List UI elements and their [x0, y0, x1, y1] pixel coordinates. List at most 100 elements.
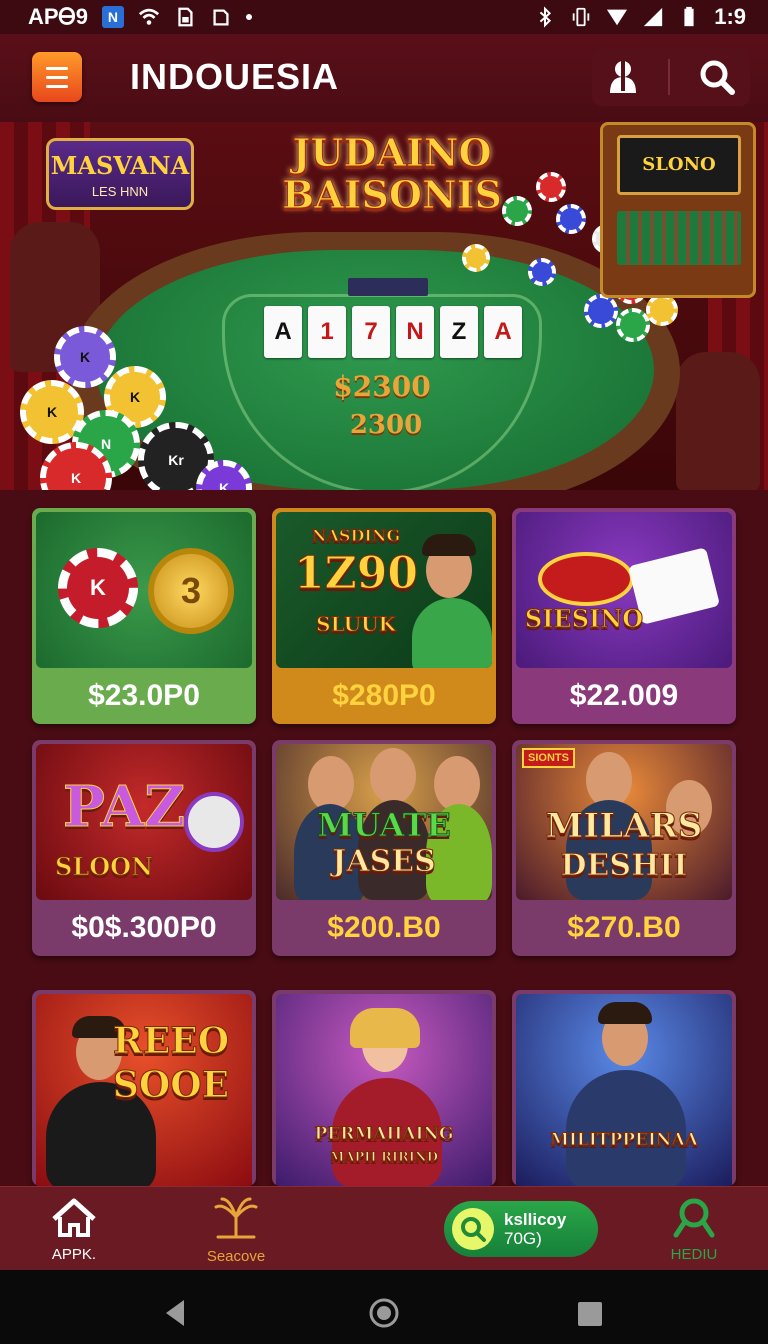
person-hair	[598, 1002, 652, 1024]
logo-name: MASVANA	[50, 151, 190, 180]
sim-icon	[178, 7, 193, 27]
hero-banner[interactable]: A 1 7 N Z A $2300 2300 K K K N K Kr K SL…	[0, 122, 768, 490]
game-tile[interactable]: PERMAIIAING MAPH RIRIND	[272, 990, 496, 1186]
game-thumbnail: MILITPPEINAA	[516, 994, 732, 1186]
game-badge: SIONTS	[522, 748, 575, 768]
person-head	[370, 748, 416, 804]
bluetooth-icon	[539, 6, 552, 28]
game-price: $280P0	[272, 668, 496, 724]
game-tile[interactable]: SIESINO $22.009	[512, 508, 736, 724]
playing-card: 1	[308, 306, 346, 358]
game-subtitle: SOOE	[112, 1064, 230, 1107]
more-notifications-dot	[245, 14, 252, 20]
nav-hediu-label: HEDIU	[670, 1246, 718, 1263]
game-title: 1Z90	[294, 548, 419, 600]
logo-subtitle: LES HNN	[91, 184, 149, 199]
game-subtitle: MAPH RIRIND	[330, 1150, 439, 1166]
game-title: REEO	[112, 1020, 230, 1063]
search-icon	[461, 1217, 486, 1242]
search-icon	[673, 1198, 715, 1238]
search-icon[interactable]	[699, 59, 736, 95]
promo-button[interactable]: ksllicoy 70G)	[444, 1201, 598, 1257]
game-tile[interactable]: MUATE JASES $200.B0	[272, 740, 496, 956]
palm-leaf-icon	[214, 1197, 258, 1239]
game-price-text: $200.B0	[327, 911, 441, 944]
game-thumbnail: PERMAIIAING MAPH RIRIND	[276, 994, 492, 1186]
nav-home[interactable]: APPK.	[44, 1197, 104, 1263]
status-right: 1:9	[534, 4, 746, 30]
game-tile[interactable]: PAZ SLOON $0$.300P0	[32, 740, 256, 956]
nav-home-label: APPK.	[51, 1246, 97, 1263]
header-divider	[667, 59, 670, 95]
app-header: INDOUESIA	[0, 34, 768, 122]
game-tile[interactable]: SIONTS MILARS DESHII $270.B0	[512, 740, 736, 956]
header-actions	[592, 48, 750, 106]
hamburger-line	[46, 75, 68, 79]
poker-chip-stack	[616, 308, 650, 342]
poker-chip: K	[58, 548, 138, 628]
game-price-text: $270.B0	[567, 911, 681, 944]
game-tile[interactable]: REEO SOOE	[32, 990, 256, 1186]
status-bar: APᎾ9 N 1:9	[0, 0, 768, 34]
game-title: MUATE	[317, 806, 452, 845]
person-body	[412, 598, 492, 668]
banner-title-line1: JUDAINO	[292, 130, 492, 175]
game-price: $23.0P0	[88, 679, 200, 712]
notification-icon	[213, 9, 229, 26]
vibrate-icon	[572, 7, 590, 27]
slot-machine: SLONO	[600, 122, 756, 298]
promo-icon-wrap	[452, 1208, 494, 1250]
recents-icon[interactable]	[576, 1300, 604, 1328]
playing-card: 7	[352, 306, 390, 358]
wifi-icon	[138, 8, 160, 25]
game-thumbnail: K 3	[36, 512, 252, 668]
nav-hediu[interactable]: HEDIU	[664, 1197, 724, 1263]
system-nav-bar	[0, 1270, 768, 1344]
promo-line1: ksllicoy	[504, 1210, 567, 1229]
nfc-icon: N	[101, 6, 124, 28]
poker-chip-stack	[646, 294, 678, 326]
promo-line2: 70G)	[504, 1229, 542, 1248]
game-thumbnail: MUATE JASES	[276, 744, 492, 900]
playing-card: A	[484, 306, 522, 358]
game-thumbnail: SIONTS MILARS DESHII	[516, 744, 732, 900]
game-subtitle: SLOON	[55, 852, 154, 882]
game-title: PERMAIIAING	[314, 1124, 454, 1145]
promo-text: ksllicoy 70G)	[504, 1210, 566, 1248]
poker-chip-stack	[536, 172, 566, 202]
home-circle-icon[interactable]	[368, 1297, 400, 1329]
game-tile[interactable]: NASDING 1Z90 SLUUK $280P0	[272, 508, 496, 724]
gold-coin: 3	[148, 548, 234, 634]
poker-chip-stack	[528, 258, 556, 286]
game-tile[interactable]: MILITPPEINAA	[512, 990, 736, 1186]
app-title: INDOUESIA	[130, 56, 340, 97]
game-title: SIESINO	[524, 604, 644, 634]
game-subtitle: DESHII	[560, 848, 688, 884]
banner-title-line2: BAISONIS	[282, 172, 503, 217]
brand-logo: MASVANA LES HNN	[46, 138, 194, 210]
nav-seacove[interactable]: Seacove	[196, 1197, 276, 1265]
game-thumbnail: NASDING 1Z90 SLUUK	[276, 512, 492, 668]
game-price: $0$.300P0	[71, 911, 217, 944]
hamburger-menu-icon	[46, 66, 68, 70]
status-time-left: APᎾ9	[28, 4, 88, 29]
game-thumbnail: PAZ SLOON	[36, 744, 252, 900]
roulette-wheel	[538, 552, 634, 606]
poker-chip-stack	[584, 294, 618, 328]
banner-title: JUDAINO BAISONIS	[274, 130, 510, 217]
game-thumbnail: REEO SOOE	[36, 994, 252, 1186]
menu-button[interactable]	[32, 52, 82, 102]
game-price-text: $280P0	[332, 679, 436, 712]
table-cards: A 1 7 N Z A	[264, 306, 522, 358]
game-price: $270.B0	[512, 900, 736, 956]
home-icon	[52, 1198, 96, 1237]
playing-card: Z	[440, 306, 478, 358]
person-hair	[350, 1008, 420, 1048]
back-icon[interactable]	[162, 1298, 186, 1328]
poker-chip-stack	[556, 204, 586, 234]
game-tile[interactable]: K 3 $23.0P0	[32, 508, 256, 724]
playing-card: A	[264, 306, 302, 358]
poker-chip-stack	[462, 244, 490, 272]
slot-reels	[617, 211, 741, 265]
user-icon[interactable]	[607, 59, 639, 95]
